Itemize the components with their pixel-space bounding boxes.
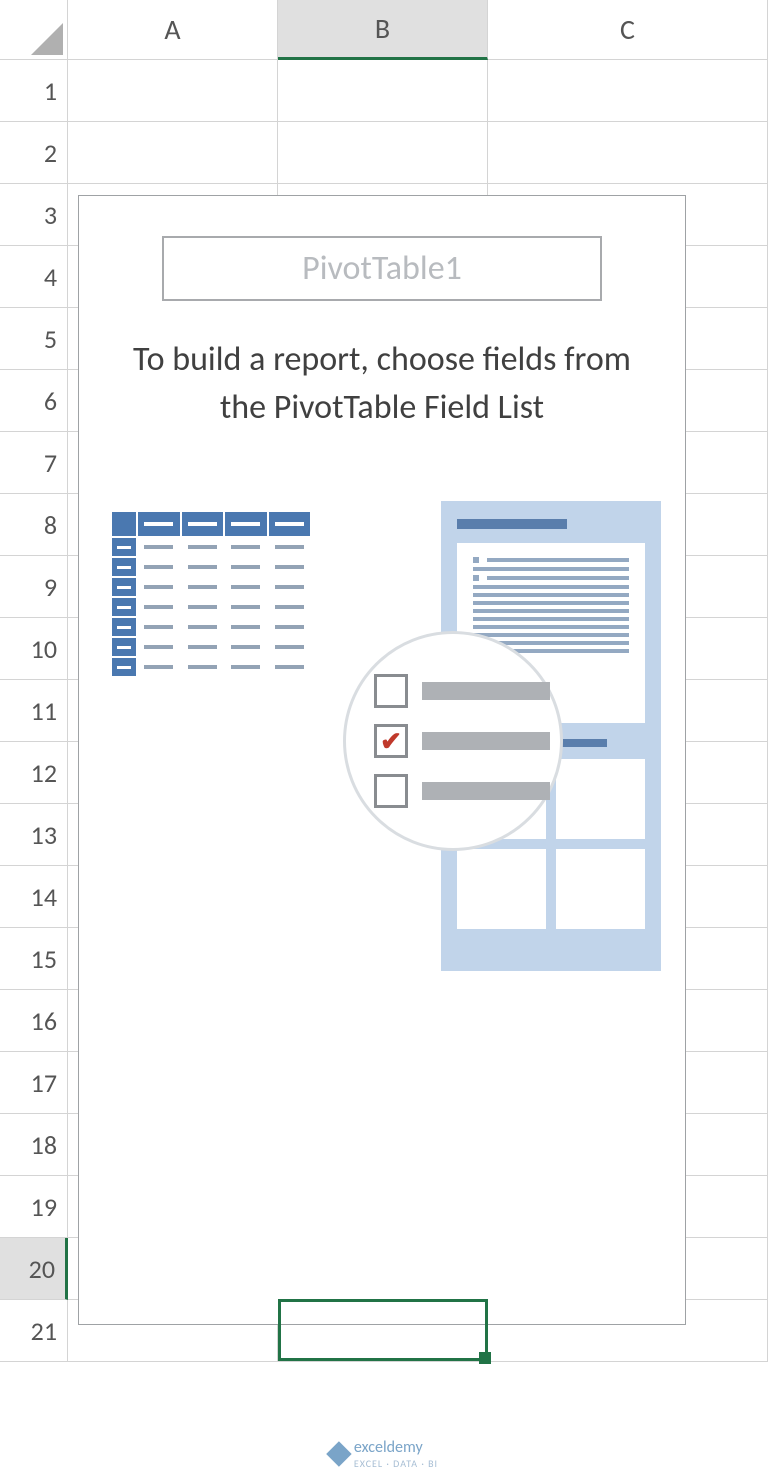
- row-header-12[interactable]: 12: [0, 742, 68, 804]
- row-header-14[interactable]: 14: [0, 866, 68, 928]
- row-header-15[interactable]: 15: [0, 928, 68, 990]
- row-header-19[interactable]: 19: [0, 1176, 68, 1238]
- row-header-16[interactable]: 16: [0, 990, 68, 1052]
- column-header-B[interactable]: B: [278, 0, 488, 60]
- row-header-17[interactable]: 17: [0, 1052, 68, 1114]
- row-header-13[interactable]: 13: [0, 804, 68, 866]
- cell-B2[interactable]: [278, 122, 488, 184]
- watermark-name: exceldemy: [354, 1438, 423, 1457]
- row-header-8[interactable]: 8: [0, 494, 68, 556]
- watermark-tagline: EXCEL · DATA · BI: [354, 1457, 438, 1470]
- row-header-7[interactable]: 7: [0, 432, 68, 494]
- pivottable-illustration: ✔: [103, 511, 661, 1011]
- mini-spreadsheet-icon: [111, 511, 311, 677]
- row-header-3[interactable]: 3: [0, 184, 68, 246]
- cell-C2[interactable]: [488, 122, 768, 184]
- row-header-1[interactable]: 1: [0, 60, 68, 122]
- watermark: exceldemy EXCEL · DATA · BI: [330, 1438, 438, 1470]
- cell-B1[interactable]: [278, 60, 488, 122]
- column-header-A[interactable]: A: [68, 0, 278, 60]
- checkmark-icon: ✔: [380, 728, 402, 754]
- row-header-20[interactable]: 20: [0, 1238, 68, 1300]
- row-header-18[interactable]: 18: [0, 1114, 68, 1176]
- select-all-corner[interactable]: [0, 0, 68, 60]
- row-header-6[interactable]: 6: [0, 370, 68, 432]
- row-header-11[interactable]: 11: [0, 680, 68, 742]
- pivottable-placeholder[interactable]: PivotTable1 To build a report, choose fi…: [78, 195, 686, 1325]
- row-header-9[interactable]: 9: [0, 556, 68, 618]
- cell-A1[interactable]: [68, 60, 278, 122]
- row-header-21[interactable]: 21: [0, 1300, 68, 1362]
- row-header-10[interactable]: 10: [0, 618, 68, 680]
- cell-A2[interactable]: [68, 122, 278, 184]
- pivottable-instruction: To build a report, choose fields from th…: [103, 336, 661, 431]
- row-header-5[interactable]: 5: [0, 308, 68, 370]
- row-header-2[interactable]: 2: [0, 122, 68, 184]
- row-header-4[interactable]: 4: [0, 246, 68, 308]
- cell-C1[interactable]: [488, 60, 768, 122]
- watermark-logo-icon: [326, 1441, 351, 1466]
- pivottable-name-box: PivotTable1: [162, 236, 602, 301]
- column-header-C[interactable]: C: [488, 0, 768, 60]
- field-checkbox-magnifier-icon: ✔: [343, 631, 563, 851]
